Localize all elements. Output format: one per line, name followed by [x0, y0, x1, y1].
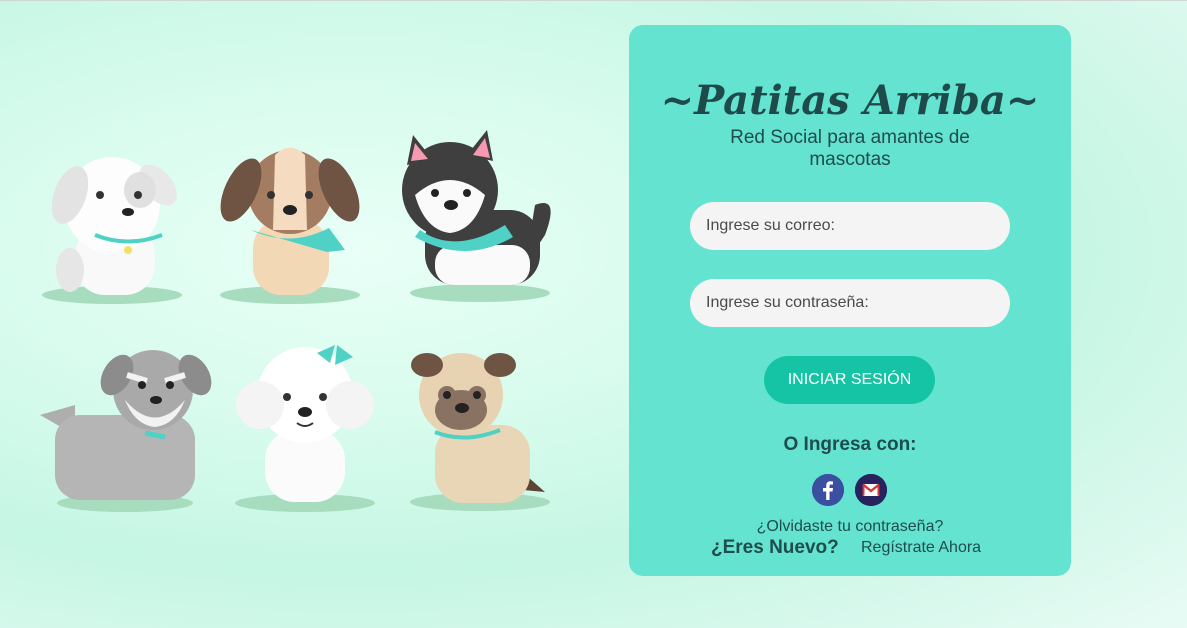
register-link[interactable]: Regístrate Ahora: [861, 539, 981, 557]
facebook-login-button[interactable]: [812, 474, 844, 506]
app-title: ~Patitas Arriba~: [660, 77, 1040, 124]
social-login-label: O Ingresa con:: [783, 434, 917, 455]
new-user-label: ¿Eres Nuevo?: [711, 537, 839, 558]
forgot-password-link[interactable]: ¿Olvidaste tu contraseña?: [629, 518, 1071, 536]
password-input[interactable]: [690, 279, 1010, 327]
pug-puppy-image: [410, 353, 550, 511]
husky-puppy-image: [402, 130, 551, 302]
dogs-illustration: [30, 120, 570, 520]
facebook-icon: [812, 474, 844, 506]
top-border: [0, 0, 1187, 1]
beagle-puppy-image: [220, 147, 360, 304]
white-puppy-image: [42, 157, 182, 304]
poodle-puppy-image: [235, 345, 375, 512]
gmail-login-button[interactable]: [855, 474, 887, 506]
gmail-icon: [855, 474, 887, 506]
login-button[interactable]: INICIAR SESIÓN: [764, 356, 935, 404]
email-input[interactable]: [690, 202, 1010, 250]
schnauzer-puppy-image: [40, 350, 212, 512]
app-subtitle: Red Social para amantes de mascotas: [730, 127, 970, 170]
login-card: ~Patitas Arriba~ Red Social para amantes…: [629, 25, 1071, 576]
